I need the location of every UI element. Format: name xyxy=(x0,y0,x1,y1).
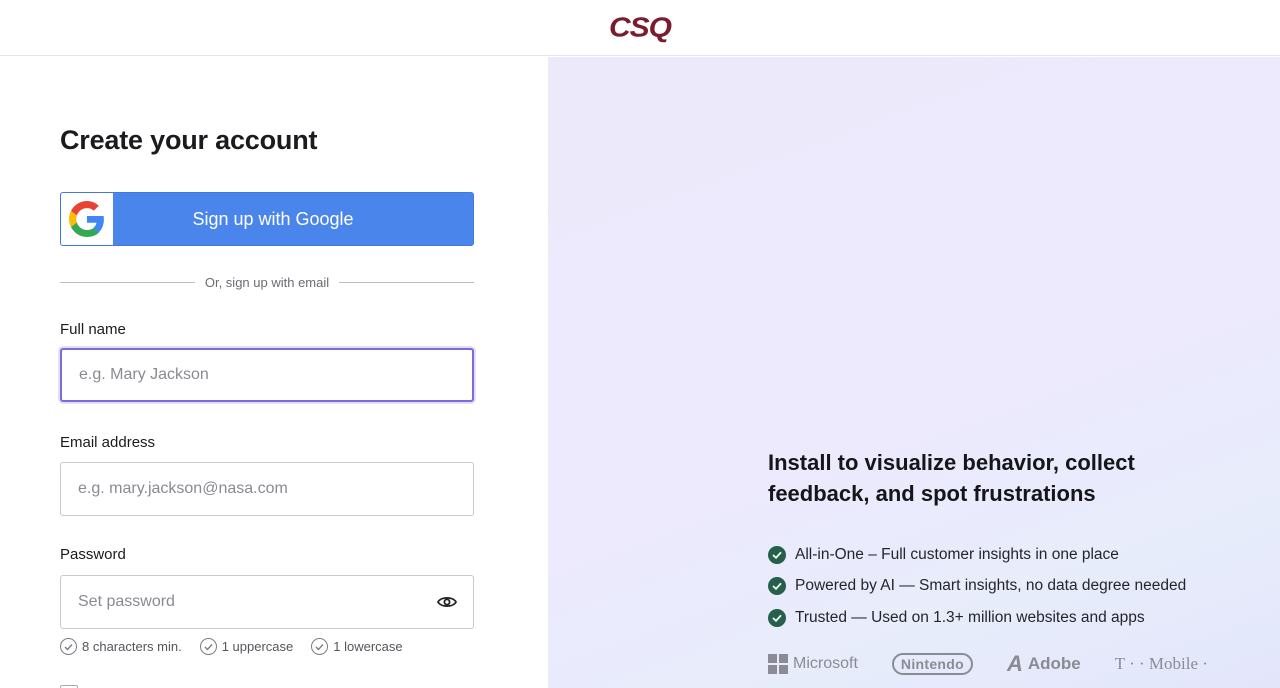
check-circle-icon xyxy=(60,638,77,655)
show-password-eye-icon[interactable] xyxy=(434,591,460,613)
rule-lowercase-text: 1 lowercase xyxy=(333,639,403,654)
feature-text: Trusted — Used on 1.3+ million websites … xyxy=(795,608,1145,626)
feature-list: All-in-One – Full customer insights in o… xyxy=(768,539,1186,634)
password-input[interactable] xyxy=(60,575,474,629)
signup-panel: Create your account Sign up with Google … xyxy=(0,57,548,688)
feature-item: Trusted — Used on 1.3+ million websites … xyxy=(768,602,1186,634)
check-icon xyxy=(768,577,786,596)
tmobile-logo: T · · Mobile · xyxy=(1114,654,1208,673)
page-title: Create your account xyxy=(60,125,318,155)
promo-headline: Install to visualize behavior, collect f… xyxy=(768,450,1135,506)
promo-panel: Install to visualize behavior, collect f… xyxy=(548,57,1280,688)
microsoft-grid-icon xyxy=(768,654,788,674)
rule-uppercase: 1 uppercase xyxy=(199,638,294,655)
email-label: Email address xyxy=(60,434,156,451)
check-circle-icon xyxy=(311,638,329,655)
microsoft-logo: Microsoft xyxy=(768,654,858,674)
google-icon xyxy=(61,193,113,245)
nintendo-logo: Nintendo xyxy=(891,653,973,675)
divider-line-left xyxy=(60,281,195,283)
feature-text: Powered by AI — Smart insights, no data … xyxy=(795,577,1187,595)
email-input[interactable] xyxy=(60,462,474,516)
feature-item: Powered by AI — Smart insights, no data … xyxy=(768,571,1186,603)
password-label: Password xyxy=(60,546,126,563)
adobe-logo: A Adobe xyxy=(1006,651,1081,676)
google-signup-button[interactable]: Sign up with Google xyxy=(60,192,474,246)
feature-item: All-in-One – Full customer insights in o… xyxy=(768,539,1186,571)
feature-text: All-in-One – Full customer insights in o… xyxy=(795,545,1119,563)
or-divider: Or, sign up with email xyxy=(60,273,474,291)
check-icon xyxy=(768,545,786,564)
check-circle-icon xyxy=(199,638,217,655)
divider-text: Or, sign up with email xyxy=(204,274,330,290)
rule-uppercase-text: 1 uppercase xyxy=(221,639,294,654)
adobe-a-icon: A xyxy=(1006,651,1023,676)
csq-logo[interactable]: CSQ xyxy=(609,12,672,43)
google-signup-label: Sign up with Google xyxy=(192,208,354,229)
full-name-label: Full name xyxy=(60,321,126,338)
check-icon xyxy=(768,608,786,627)
top-bar: CSQ xyxy=(0,0,1280,56)
full-name-input[interactable] xyxy=(60,348,474,402)
customer-logos: Microsoft Nintendo A Adobe T · · Mobile … xyxy=(768,651,1208,677)
rule-lowercase: 1 lowercase xyxy=(311,638,403,655)
divider-line-right xyxy=(339,281,474,283)
rule-min-chars: 8 characters min. xyxy=(60,638,182,655)
password-rules: 8 characters min. 1 uppercase 1 lowercas… xyxy=(60,638,403,655)
rule-min-chars-text: 8 characters min. xyxy=(82,639,182,654)
